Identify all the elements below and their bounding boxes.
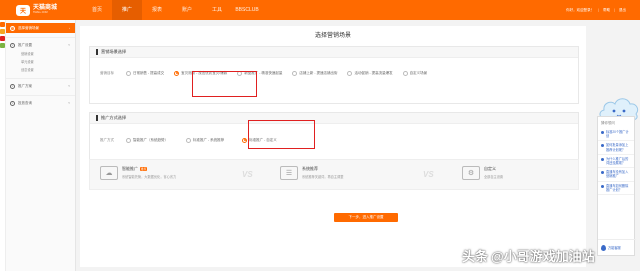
sidebar-item-select-scene[interactable]: ◎ 选择营销场景 › — [6, 23, 75, 33]
target-icon: ◎ — [10, 25, 15, 31]
vs-label: VS — [423, 170, 434, 179]
sidebar-item-unit[interactable]: 单元设置 — [6, 58, 75, 66]
customer-service-button[interactable]: 万能客服 — [598, 239, 636, 255]
section-title: 推广方式选择 — [101, 115, 127, 120]
radio-button-selected[interactable] — [242, 137, 248, 143]
section-title: 营销场景选择 — [101, 49, 127, 54]
radio-button[interactable] — [292, 70, 298, 76]
chevron-down-icon: ˅ — [68, 43, 70, 47]
recommend-badge: 推荐 — [140, 167, 148, 171]
radio-button[interactable] — [186, 137, 191, 143]
marketing-scene-section: 营销场景选择 营销目标 日常销售 - 提高成交 宝贝测款 - 找出优质宝贝/爆款… — [89, 46, 579, 104]
radio-button[interactable] — [402, 70, 408, 76]
settings-icon: • — [10, 42, 15, 48]
sidebar: ◎ 选择营销场景 › • 推广设置 ˅ 营销设置 单元设置 创意设置 • 推广方… — [6, 20, 76, 271]
nav-home[interactable]: 首页 — [82, 0, 112, 20]
nav-bbsclub[interactable]: BBSCLUB — [232, 0, 262, 20]
nav-tools[interactable]: 工具 — [202, 0, 232, 20]
highlight-box-scene — [192, 71, 257, 97]
option-smart-promotion[interactable]: 智能推广（系统趋势） — [126, 137, 168, 143]
logo-badge: 天 — [16, 4, 30, 16]
logo-subtitle: TMALL.COM — [33, 11, 48, 15]
option-daily-sales[interactable]: 日常销售 - 提高成交 — [126, 70, 164, 76]
chevron-down-icon: ˅ — [68, 101, 70, 105]
sidebar-group-settings[interactable]: • 推广设置 ˅ — [6, 40, 75, 50]
nav-reports[interactable]: 报表 — [142, 0, 172, 20]
row-label: 推广方式 — [100, 137, 114, 142]
help-question[interactable]: 标准20个推广计划 — [598, 128, 634, 142]
option-custom-scene[interactable]: 自定义场景 — [402, 70, 427, 76]
next-step-button[interactable]: 下一步，进入推广设置 — [334, 213, 398, 222]
nav-promotion[interactable]: 推广 — [112, 0, 142, 20]
option-promotion[interactable]: 活动促销 - 提高流量爆发 — [347, 70, 393, 76]
droplet-icon — [601, 244, 606, 251]
top-navigation-bar: 天 天猫商城 TMALL.COM 首页 推广 报表 账户 工具 BBSCLUB … — [0, 0, 640, 20]
highlight-box-method — [248, 120, 315, 149]
help-question[interactable]: 直通车没有加入营销推广 — [598, 168, 634, 182]
sidebar-item-marketing[interactable]: 营销设置 — [6, 50, 75, 58]
lightning-cloud-icon: ☁ — [100, 166, 118, 180]
user-area: 你好，欢迎登录！ | 帮助 | 退出 — [566, 7, 626, 13]
sliders-icon: ☰ — [280, 166, 298, 180]
radio-button[interactable] — [347, 70, 353, 76]
sidebar-group-plan[interactable]: • 推广方案 ˅ — [6, 81, 75, 91]
compare-smart: ☁ 智能推广 推荐 系统智能托管，大数据优化，省心省力 — [100, 166, 176, 180]
compare-custom: ⚙ 自定义 全部自主设置 — [462, 166, 503, 180]
rail-icon-tools[interactable] — [0, 43, 5, 48]
rail-icon-reports[interactable] — [0, 29, 5, 34]
help-link[interactable]: 帮助 — [603, 8, 610, 13]
radio-button[interactable] — [126, 70, 131, 76]
rail-icon-account[interactable] — [0, 36, 5, 41]
chevron-down-icon: ˅ — [68, 84, 70, 88]
watermark: 头条 @小哥游戏加油站 — [462, 249, 595, 264]
page-title: 选择营销场景 — [314, 33, 351, 39]
option-standard-recommended[interactable]: 标准推广 - 系统推荐 — [186, 137, 224, 143]
main-nav: 首页 推广 报表 账户 工具 BBSCLUB — [82, 0, 262, 20]
radio-button-selected[interactable] — [174, 70, 180, 76]
help-title: 猜你想问 — [601, 121, 615, 125]
sidebar-item-creative[interactable]: 创意设置 — [6, 66, 75, 74]
option-store-launch[interactable]: 店铺上新 - 提速店铺出街 — [292, 70, 337, 76]
sidebar-group-query[interactable]: • 投放查询 ˅ — [6, 98, 75, 108]
main-panel: 选择营销场景 营销场景选择 营销目标 日常销售 - 提高成交 宝贝测款 - 找出… — [80, 26, 586, 267]
row-label: 营销目标 — [100, 70, 114, 75]
query-icon: • — [10, 100, 15, 106]
marketing-goal-row: 营销目标 日常销售 - 提高成交 宝贝测款 - 找出优质宝贝/爆款 新品推广 -… — [100, 69, 437, 77]
compare-system: ☰ 系统推荐 系统推荐关键词，再自主调整 — [280, 166, 343, 180]
chevron-right-icon: › — [69, 26, 70, 30]
user-info[interactable]: 你好，欢迎登录！ — [566, 8, 594, 13]
help-panel: 猜你想问 标准20个推广计划 如何批量添加上推荐计划呢？ 为什么推广后的词还没展… — [597, 116, 636, 256]
radio-button[interactable] — [126, 137, 131, 143]
help-question[interactable]: 为什么推广后的词还没展现？ — [598, 155, 634, 169]
nav-account[interactable]: 账户 — [172, 0, 202, 20]
tmall-logo[interactable]: 天 天猫商城 TMALL.COM — [0, 4, 82, 16]
plan-icon: • — [10, 83, 15, 89]
method-comparison: ☁ 智能推广 推荐 系统智能托管，大数据优化，省心省力 VS ☰ 系统推荐 系统推… — [89, 159, 579, 190]
help-question[interactable]: 如何批量添加上推荐计划呢？ — [598, 141, 634, 155]
gears-icon: ⚙ — [462, 166, 480, 180]
help-question[interactable]: 直通车如何删除推广计划？ — [598, 182, 634, 196]
vs-label: VS — [242, 170, 253, 179]
logout-link[interactable]: 退出 — [619, 8, 626, 13]
rail-icon-promotion[interactable] — [0, 22, 5, 27]
